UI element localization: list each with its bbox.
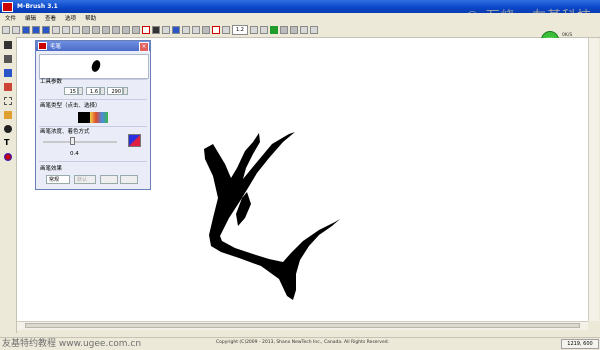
- save-as-icon[interactable]: [32, 26, 40, 34]
- color-mode-button[interactable]: [128, 134, 141, 147]
- menu-bar: 文件 编辑 查看 选项 帮助: [0, 13, 600, 23]
- panel-app-icon: [38, 42, 47, 50]
- tool-sidebar: T: [0, 37, 17, 333]
- softness-spinner[interactable]: [100, 87, 105, 95]
- fullscreen-icon[interactable]: [310, 26, 318, 34]
- stamp-icon[interactable]: [152, 26, 160, 34]
- size-spinner[interactable]: [78, 87, 83, 95]
- opacity-slider-thumb[interactable]: [70, 137, 75, 145]
- eraser-tool-icon[interactable]: [4, 111, 12, 119]
- hatch-icon[interactable]: [202, 26, 210, 34]
- menu-edit[interactable]: 编辑: [25, 14, 36, 22]
- softness-field[interactable]: 1.6: [86, 87, 100, 95]
- select-tool-icon[interactable]: [4, 97, 12, 105]
- effect-amount-field: [100, 175, 118, 184]
- brush-type-color[interactable]: [90, 112, 108, 123]
- rect-icon[interactable]: [142, 26, 150, 34]
- opacity-slider[interactable]: [43, 141, 117, 143]
- brush-panel: 毛笔 × 工具参数 15 1.6 290 画笔类型（点击、选择） 画笔浓度、着色…: [35, 40, 151, 190]
- app-icon: [2, 1, 13, 12]
- layout-icon[interactable]: [102, 26, 110, 34]
- effect-size-field: [120, 175, 138, 184]
- fit-icon[interactable]: [300, 26, 308, 34]
- step-icon[interactable]: [290, 26, 298, 34]
- size-field[interactable]: 15: [64, 87, 78, 95]
- shape-tool-icon[interactable]: [4, 83, 12, 91]
- close-icon[interactable]: ×: [139, 42, 149, 52]
- divider: [39, 161, 147, 162]
- redo-icon[interactable]: [192, 26, 200, 34]
- brush-type-label: 画笔类型（点击、选择）: [40, 103, 101, 109]
- brush-type-solid[interactable]: [78, 112, 90, 123]
- site-watermark: 友基特约教程 www.ugee.com.cn: [2, 339, 142, 349]
- zoom-out-icon[interactable]: [222, 26, 230, 34]
- cursor-coordinates: 1219, 600: [561, 339, 599, 349]
- effect-label: 画笔效果: [40, 166, 63, 172]
- mountain-icon[interactable]: [162, 26, 170, 34]
- move-icon[interactable]: [62, 26, 70, 34]
- opacity-label: 画笔浓度、着色方式: [40, 129, 90, 135]
- effect-select[interactable]: 常规: [46, 175, 70, 184]
- brush-tool-icon[interactable]: [4, 41, 12, 49]
- menu-help[interactable]: 帮助: [85, 14, 96, 22]
- play-icon[interactable]: [270, 26, 278, 34]
- refresh-icon[interactable]: [260, 26, 268, 34]
- text-tool-icon[interactable]: T: [4, 139, 12, 147]
- brush-panel-titlebar[interactable]: 毛笔: [36, 41, 150, 51]
- angle-spinner[interactable]: [123, 87, 128, 95]
- color-tool-icon[interactable]: [4, 153, 12, 161]
- image-icon[interactable]: [52, 26, 60, 34]
- menu-file[interactable]: 文件: [5, 14, 16, 22]
- app-title: M-Brush 3.1: [17, 3, 58, 10]
- horizontal-scrollbar[interactable]: [17, 321, 588, 330]
- distribute-icon[interactable]: [122, 26, 130, 34]
- columns-icon[interactable]: [132, 26, 140, 34]
- menu-options[interactable]: 选项: [65, 14, 76, 22]
- grid-icon[interactable]: [92, 26, 100, 34]
- toolbar: 1.2: [0, 23, 600, 38]
- pause-icon[interactable]: [280, 26, 288, 34]
- lines-icon[interactable]: [82, 26, 90, 34]
- angle-field[interactable]: 290: [107, 87, 123, 95]
- save-icon[interactable]: [22, 26, 30, 34]
- blur-tool-icon[interactable]: [4, 125, 12, 133]
- brush-tip-dot: [90, 58, 102, 74]
- params-label: 工具参数: [40, 79, 63, 85]
- menu-view[interactable]: 查看: [45, 14, 56, 22]
- crop-icon[interactable]: [172, 26, 180, 34]
- divider: [39, 99, 147, 100]
- horizontal-scroll-thumb[interactable]: [25, 323, 580, 328]
- zoom-value[interactable]: 1.2: [232, 25, 248, 35]
- delete-icon[interactable]: [212, 26, 220, 34]
- pen-tool-icon[interactable]: [4, 55, 12, 63]
- new-file-icon[interactable]: [2, 26, 10, 34]
- zoom-in-icon[interactable]: [250, 26, 258, 34]
- vertical-scrollbar[interactable]: [588, 38, 599, 321]
- frame-icon[interactable]: [72, 26, 80, 34]
- undo-icon[interactable]: [182, 26, 190, 34]
- brush-preview: [39, 54, 149, 79]
- copyright-text: Copyright (C)2009 - 2013, Shanx NewTech …: [216, 340, 389, 345]
- panel-title: 毛笔: [50, 44, 62, 50]
- open-file-icon[interactable]: [12, 26, 20, 34]
- align-icon[interactable]: [112, 26, 120, 34]
- effect-mode-select: 默认: [74, 175, 96, 184]
- export-icon[interactable]: [42, 26, 50, 34]
- opacity-value: 0.4: [70, 151, 79, 157]
- fill-tool-icon[interactable]: [4, 69, 12, 77]
